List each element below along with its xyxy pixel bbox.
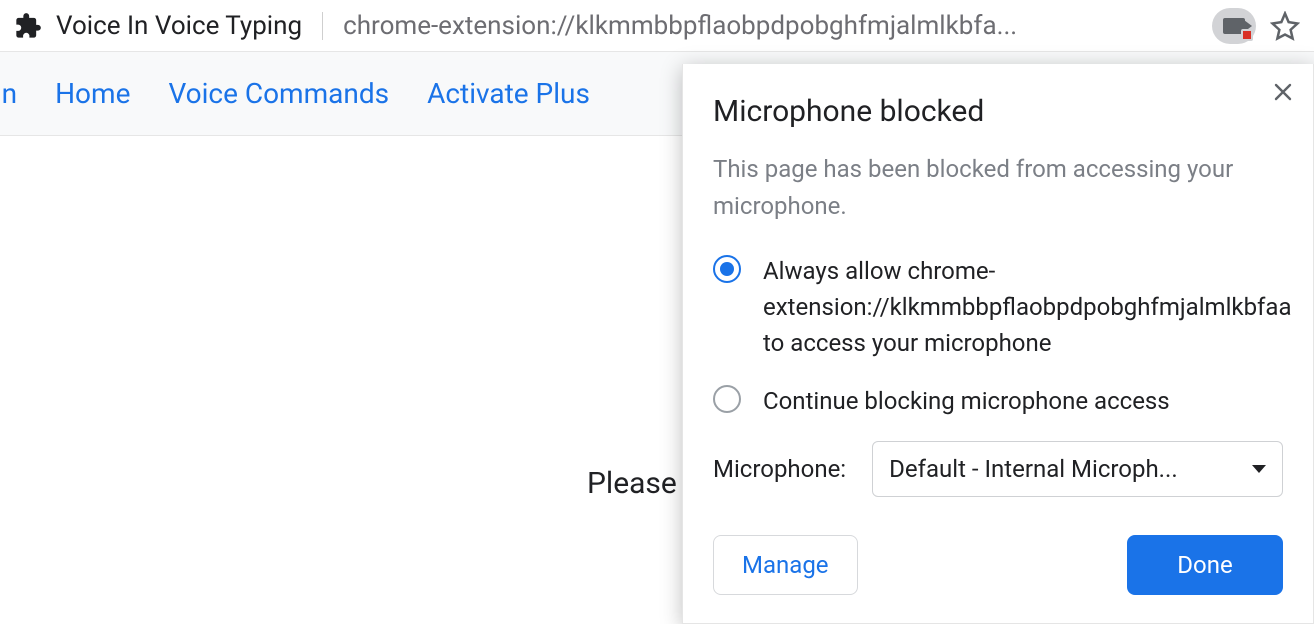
permission-indicator[interactable] xyxy=(1212,8,1256,44)
radio-label: Always allow chrome-extension://klkmmbbp… xyxy=(763,253,1292,361)
blocked-badge-icon xyxy=(1241,29,1253,41)
permission-popover: Microphone blocked This page has been bl… xyxy=(682,64,1314,624)
manage-button[interactable]: Manage xyxy=(713,535,858,595)
radio-option-allow[interactable]: Always allow chrome-extension://klkmmbbp… xyxy=(713,253,1283,361)
address-title: Voice In Voice Typing xyxy=(56,11,302,41)
radio-icon[interactable] xyxy=(713,255,741,283)
brand-fragment: In xyxy=(0,77,17,110)
address-separator xyxy=(322,12,323,40)
chevron-down-icon xyxy=(1252,465,1266,473)
nav-link-voice-commands[interactable]: Voice Commands xyxy=(168,77,389,110)
extension-icon xyxy=(14,12,42,40)
address-bar: Voice In Voice Typing chrome-extension:/… xyxy=(0,0,1314,52)
radio-icon[interactable] xyxy=(713,385,741,413)
popover-title: Microphone blocked xyxy=(713,94,1283,129)
radio-label: Continue blocking microphone access xyxy=(763,383,1170,419)
microphone-select[interactable]: Default - Internal Microph... xyxy=(872,441,1283,497)
address-url[interactable]: chrome-extension://klkmmbbpflaobpdpobghf… xyxy=(343,11,1188,41)
microphone-selected-value: Default - Internal Microph... xyxy=(889,455,1178,483)
nav-link-home[interactable]: Home xyxy=(55,77,130,110)
radio-option-block[interactable]: Continue blocking microphone access xyxy=(713,383,1283,419)
nav-link-activate-plus[interactable]: Activate Plus xyxy=(427,77,590,110)
popover-description: This page has been blocked from accessin… xyxy=(713,151,1283,225)
close-button[interactable] xyxy=(1271,80,1295,108)
done-button[interactable]: Done xyxy=(1127,535,1283,595)
bookmark-star-icon[interactable] xyxy=(1270,11,1300,41)
microphone-label: Microphone: xyxy=(713,455,846,483)
